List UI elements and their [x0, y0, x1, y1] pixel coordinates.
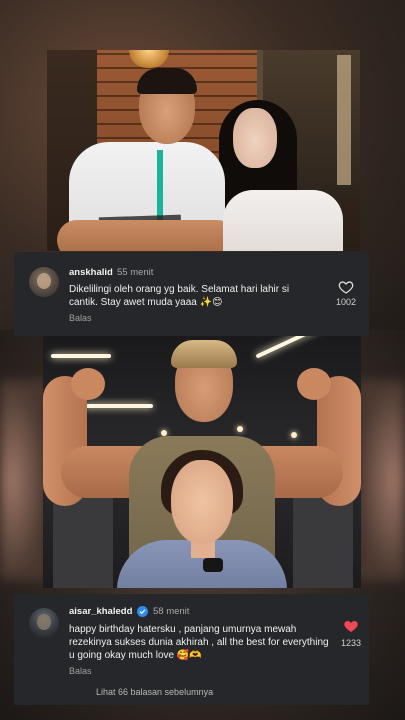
man-left-fist — [71, 368, 105, 400]
window-frame — [337, 55, 351, 185]
comment-timestamp: 55 menit — [117, 267, 154, 278]
ceiling-light — [83, 404, 153, 408]
comment-card: aisar_khaledd 58 menit happy birthday ha… — [14, 594, 369, 705]
ceiling-light — [255, 336, 321, 359]
comment-username[interactable]: anskhalid — [69, 267, 113, 278]
man-arms — [57, 220, 237, 251]
blurred-arm-left — [0, 380, 48, 580]
comment-text: happy birthday hatersku , panjang umurny… — [69, 624, 329, 661]
woman-white-top — [223, 190, 343, 251]
view-previous-replies-link[interactable]: Lihat 66 balasan sebelumnya — [96, 687, 213, 697]
comment-card: anskhalid 55 menit Dikelilingi oleh oran… — [14, 252, 369, 336]
avatar[interactable] — [29, 267, 59, 297]
like-count: 1233 — [340, 638, 362, 648]
blurred-arm-right — [357, 380, 405, 580]
woman-face — [233, 108, 277, 168]
ceiling-spotlight — [291, 432, 297, 438]
clip-microphone — [203, 558, 223, 572]
woman-face — [171, 460, 233, 544]
verified-badge-icon — [137, 606, 148, 617]
photo-gym-couple — [43, 336, 361, 588]
ceiling-spotlight — [237, 426, 243, 432]
photo-couple-restaurant — [47, 50, 360, 251]
man-hair — [171, 340, 237, 368]
gym-machine — [53, 496, 113, 588]
like-count: 1002 — [335, 297, 357, 307]
heart-outline-icon[interactable] — [338, 279, 354, 295]
heart-filled-icon[interactable] — [343, 618, 359, 634]
ceiling-light — [51, 354, 111, 358]
man-hair — [137, 68, 197, 94]
comment-timestamp: 58 menit — [153, 606, 190, 617]
avatar[interactable] — [29, 608, 59, 638]
comment-text: Dikelilingi oleh orang yg baik. Selamat … — [69, 284, 290, 308]
reply-button[interactable]: Balas — [69, 666, 92, 676]
reply-button[interactable]: Balas — [69, 313, 92, 323]
man-right-fist — [297, 368, 331, 400]
comment-username[interactable]: aisar_khaledd — [69, 606, 132, 617]
